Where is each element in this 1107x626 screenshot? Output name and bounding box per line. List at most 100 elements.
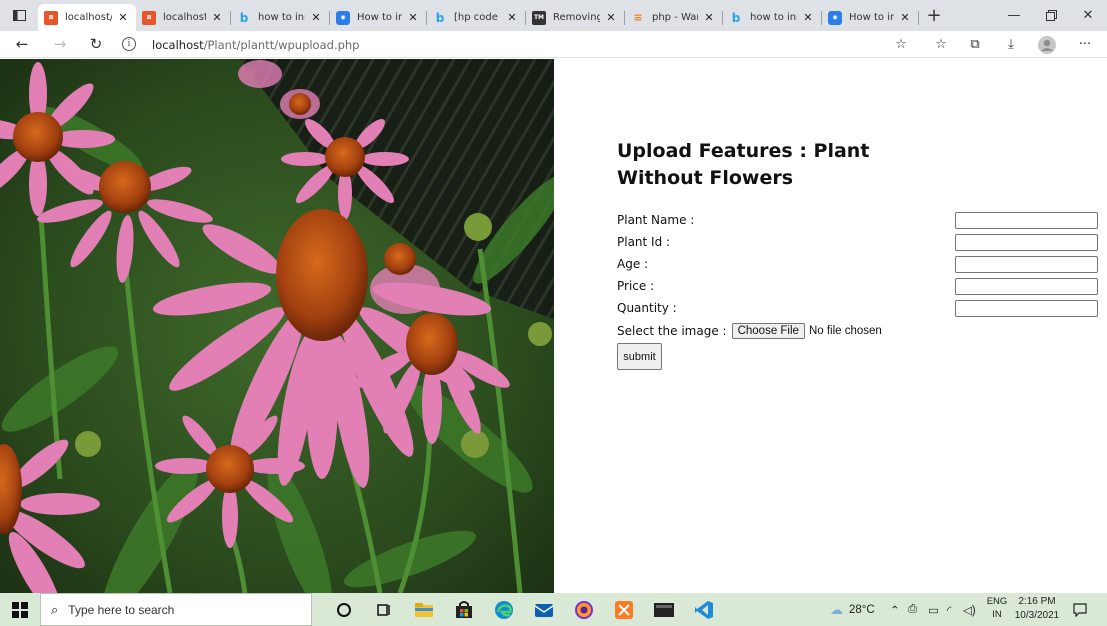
notification-icon: [1073, 602, 1087, 617]
profile-button[interactable]: [1032, 31, 1062, 58]
collections-button[interactable]: ⧉: [960, 31, 990, 58]
show-hidden-icons-button[interactable]: ⌃: [890, 593, 900, 626]
tab-1[interactable]: ⊠ localhost/P ✕: [136, 6, 230, 30]
age-label: Age :: [617, 257, 649, 271]
url-host: localhost: [152, 37, 204, 52]
search-placeholder: Type here to search: [68, 602, 175, 617]
site-info-icon[interactable]: i: [122, 37, 136, 51]
tab-4[interactable]: b [hp code to ✕: [427, 6, 525, 30]
plant-name-input[interactable]: [955, 212, 1098, 229]
tab-6[interactable]: ≡ php - Warn ✕: [625, 6, 722, 30]
favorite-star-button[interactable]: ☆: [886, 31, 916, 58]
tab-8[interactable]: ◉ How to ins ✕: [822, 6, 918, 30]
start-button[interactable]: [0, 593, 40, 626]
tab-close-icon[interactable]: ✕: [309, 11, 323, 24]
page-title: Upload Features : Plant Without Flowers: [617, 140, 870, 189]
file-explorer-app[interactable]: [404, 593, 444, 626]
tab-close-icon[interactable]: ✕: [406, 11, 420, 24]
page-content: Upload Features : Plant Without Flowers …: [0, 59, 1107, 593]
tab-0[interactable]: ⊠ localhost/P ✕: [38, 4, 136, 31]
plant-id-input[interactable]: [955, 234, 1098, 251]
navigation-bar: ← → ↻ i localhost/Plant/plantt/wpupload.…: [0, 31, 1107, 58]
cortana-button[interactable]: [324, 593, 364, 626]
tab-7[interactable]: b how to ins ✕: [723, 6, 821, 30]
meet-now-icon: ⎙: [908, 603, 918, 615]
quantity-input[interactable]: [955, 300, 1098, 317]
age-input[interactable]: [955, 256, 1098, 273]
forward-button[interactable]: →: [42, 31, 78, 58]
submit-button[interactable]: submit: [617, 343, 662, 370]
tab-actions-icon: [12, 10, 26, 21]
windows-icon: [12, 601, 28, 618]
tab-close-icon[interactable]: ✕: [116, 11, 130, 24]
tab-5[interactable]: TM Removing ✕: [526, 6, 624, 30]
tab-close-icon[interactable]: ✕: [702, 11, 716, 24]
tab-close-icon[interactable]: ✕: [604, 11, 618, 24]
stackoverflow-favicon-icon: ≡: [633, 11, 643, 24]
store-app[interactable]: [444, 593, 484, 626]
favorites-button[interactable]: ☆: [926, 31, 956, 58]
tab-2[interactable]: b how to ins ✕: [231, 6, 329, 30]
edge-app[interactable]: [484, 593, 524, 626]
star-add-icon: ☆: [895, 37, 907, 52]
restore-button[interactable]: [1033, 0, 1069, 31]
plant-id-label: Plant Id :: [617, 235, 671, 249]
battery-icon: ▭: [928, 604, 939, 617]
tab-close-icon[interactable]: ✕: [801, 11, 815, 24]
upload-form: Upload Features : Plant Without Flowers …: [617, 59, 1107, 593]
cortana-icon: [337, 602, 351, 617]
taskbar: ⌕ Type here to search ☁ 28°C ⌃ ⎙ ▭ ◜ ◁) …: [0, 593, 1107, 626]
taskbar-search[interactable]: ⌕ Type here to search: [40, 593, 312, 626]
refresh-button[interactable]: ↻: [78, 31, 114, 58]
download-icon: ⤓: [1008, 37, 1014, 52]
tab-3[interactable]: ◉ How to ins ✕: [330, 6, 426, 30]
arrow-left-icon: ←: [15, 35, 29, 53]
battery-indicator[interactable]: ▭: [928, 593, 939, 626]
avatar-icon: [1038, 35, 1056, 54]
firefox-app[interactable]: [564, 593, 604, 626]
back-button[interactable]: ←: [4, 31, 40, 58]
tab-title: localhost/P: [163, 12, 206, 23]
vscode-app[interactable]: [684, 593, 724, 626]
tab-actions-button[interactable]: [0, 0, 38, 31]
downloads-button[interactable]: ⤓: [996, 31, 1026, 58]
xampp-favicon-icon: ⊠: [44, 10, 58, 25]
minimize-icon: —: [1007, 8, 1021, 23]
weather-widget[interactable]: ☁ 28°C: [830, 593, 875, 626]
tab-title: Removing: [553, 12, 600, 23]
image-label: Select the image :: [617, 324, 727, 338]
time-text: 2:16 PM: [1018, 596, 1056, 607]
clock[interactable]: 2:16 PM 10/3/2021: [1013, 595, 1061, 623]
price-input[interactable]: [955, 278, 1098, 295]
minimize-button[interactable]: —: [996, 0, 1032, 31]
site-favicon-icon: ◉: [828, 10, 842, 25]
site-favicon-icon: ◉: [336, 10, 350, 25]
wifi-icon: ◜: [947, 604, 952, 617]
more-menu-button[interactable]: ···: [1070, 31, 1100, 58]
language-indicator[interactable]: ENG IN: [985, 595, 1009, 621]
tab-close-icon[interactable]: ✕: [210, 11, 224, 24]
network-indicator[interactable]: ◜: [947, 593, 951, 626]
plus-icon: +: [926, 5, 942, 26]
quantity-label: Quantity :: [617, 301, 677, 315]
url-path: /Plant/plantt/wpupload.php: [203, 37, 360, 52]
edge-icon: [495, 600, 513, 619]
tab-title: how to ins: [258, 12, 305, 23]
volume-indicator[interactable]: ◁): [963, 593, 976, 626]
new-tab-button[interactable]: +: [919, 0, 949, 31]
tab-title: localhost/P: [65, 12, 112, 23]
tab-close-icon[interactable]: ✕: [898, 11, 912, 24]
tab-close-icon[interactable]: ✕: [505, 11, 519, 24]
address-bar[interactable]: localhost/Plant/plantt/wpupload.php: [152, 31, 360, 58]
tray-app-icon[interactable]: ⎙: [908, 593, 917, 626]
xampp-app[interactable]: [604, 593, 644, 626]
search-icon: ⌕: [51, 601, 59, 617]
choose-file-button[interactable]: Choose File: [731, 323, 805, 339]
close-window-button[interactable]: ✕: [1070, 0, 1106, 31]
notifications-button[interactable]: [1073, 593, 1087, 626]
region-text: IN: [992, 609, 1002, 620]
mail-app[interactable]: [524, 593, 564, 626]
mysql-app[interactable]: [644, 593, 684, 626]
plant-name-label: Plant Name :: [617, 213, 695, 227]
task-view-button[interactable]: [364, 593, 404, 626]
